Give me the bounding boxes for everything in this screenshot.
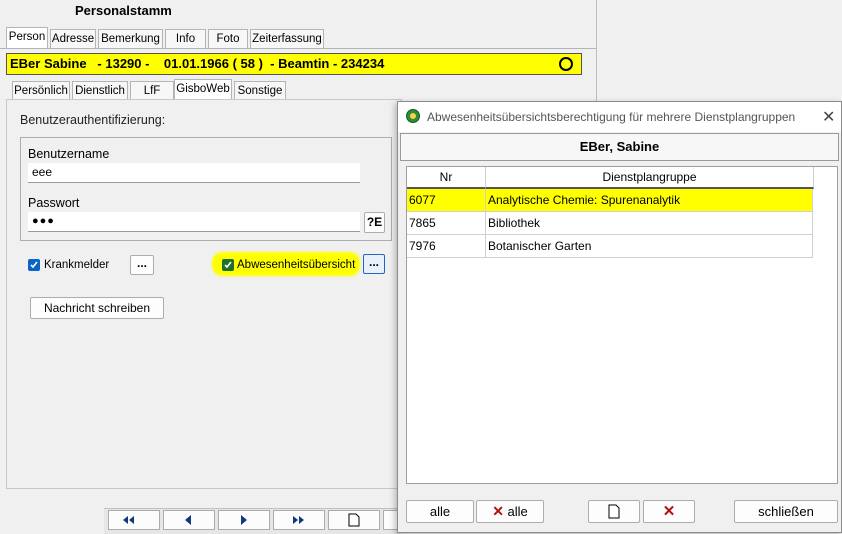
row-nr: 7976 xyxy=(407,235,486,257)
banner-text: EBer Sabine - 13290 - 01.01.1966 ( 58 ) … xyxy=(10,56,385,71)
next-record-icon[interactable] xyxy=(218,510,270,530)
password-label: Passwort xyxy=(28,196,80,210)
person-header: EBer, Sabine xyxy=(400,133,839,161)
app-logo-icon xyxy=(406,109,420,123)
cross-icon: ✕ xyxy=(492,503,504,519)
dialog-title: Abwesenheitsübersichtsberechtigung für m… xyxy=(427,110,796,124)
delete-entry-icon[interactable]: ✕ xyxy=(643,500,695,523)
tab-foto[interactable]: Foto xyxy=(208,29,248,48)
window-title: Personalstamm xyxy=(75,3,172,18)
subtab-persoenlich[interactable]: Persönlich xyxy=(12,81,70,100)
row-name: Analytische Chemie: Spurenanalytik xyxy=(486,189,813,211)
row-name: Bibliothek xyxy=(486,212,813,234)
abwesenheit-more-button[interactable]: ... xyxy=(363,254,385,274)
select-all-button[interactable]: alle xyxy=(406,500,474,523)
deselect-all-button[interactable]: ✕ alle xyxy=(476,500,544,523)
abwesenheit-label: Abwesenheitsübersicht xyxy=(237,259,356,271)
tab-zeiterfassung[interactable]: Zeiterfassung xyxy=(250,29,324,48)
krankmelder-checkbox[interactable] xyxy=(28,259,40,271)
dienstplangruppen-dialog: Abwesenheitsübersichtsberechtigung für m… xyxy=(397,101,842,533)
main-tabbar: Person Adresse Bemerkung Info Foto Zeite… xyxy=(6,27,326,50)
message-button[interactable]: Nachricht schreiben xyxy=(30,297,164,319)
tab-person[interactable]: Person xyxy=(6,27,48,48)
tab-bemerkung[interactable]: Bemerkung xyxy=(98,29,163,48)
deselect-all-label: alle xyxy=(507,504,528,519)
close-button[interactable]: schließen xyxy=(734,500,838,523)
subtab-gisboweb[interactable]: GisboWeb xyxy=(174,79,232,100)
first-record-icon[interactable] xyxy=(108,510,160,530)
subtab-lff[interactable]: LfF xyxy=(130,81,174,100)
krankmelder-more-button[interactable]: ... xyxy=(130,255,154,275)
tab-info[interactable]: Info xyxy=(165,29,206,48)
new-entry-icon[interactable] xyxy=(588,500,640,523)
row-nr: 6077 xyxy=(407,189,486,211)
table-row[interactable]: 7865 Bibliothek xyxy=(407,212,813,235)
tab-adresse[interactable]: Adresse xyxy=(50,29,96,48)
krankmelder-label: Krankmelder xyxy=(44,259,110,271)
password-input[interactable]: ●●● xyxy=(28,212,360,232)
column-header-nr[interactable]: Nr xyxy=(407,167,486,189)
row-name: Botanischer Garten xyxy=(486,235,813,257)
sub-tabbar: Persönlich Dienstlich LfF GisboWeb Sonst… xyxy=(12,79,292,100)
last-record-icon[interactable] xyxy=(273,510,325,530)
new-record-icon[interactable] xyxy=(328,510,380,530)
person-banner: EBer Sabine - 13290 - 01.01.1966 ( 58 ) … xyxy=(6,53,582,75)
status-circle-icon[interactable] xyxy=(559,57,573,71)
row-nr: 7865 xyxy=(407,212,486,234)
username-input[interactable]: eee xyxy=(28,163,360,183)
section-label: Benutzerauthentifizierung: xyxy=(20,113,166,127)
column-header-dienstplangruppe[interactable]: Dienstplangruppe xyxy=(486,167,814,189)
close-icon[interactable]: ✕ xyxy=(822,107,835,127)
subtab-dienstlich[interactable]: Dienstlich xyxy=(72,81,128,100)
username-label: Benutzername xyxy=(28,147,110,161)
table-row[interactable]: 7976 Botanischer Garten xyxy=(407,235,813,258)
tab-divider xyxy=(0,48,596,49)
dienstplangruppen-table: Nr Dienstplangruppe 6077 Analytische Che… xyxy=(406,166,838,484)
prev-record-icon[interactable] xyxy=(163,510,215,530)
dialog-titlebar: Abwesenheitsübersichtsberechtigung für m… xyxy=(398,102,841,132)
table-row[interactable]: 6077 Analytische Chemie: Spurenanalytik xyxy=(407,189,813,212)
person-name: EBer, Sabine xyxy=(579,139,660,154)
password-generate-icon[interactable]: ?E xyxy=(364,212,385,233)
abwesenheit-checkbox[interactable] xyxy=(222,259,234,271)
subtab-sonstige[interactable]: Sonstige xyxy=(234,81,286,100)
